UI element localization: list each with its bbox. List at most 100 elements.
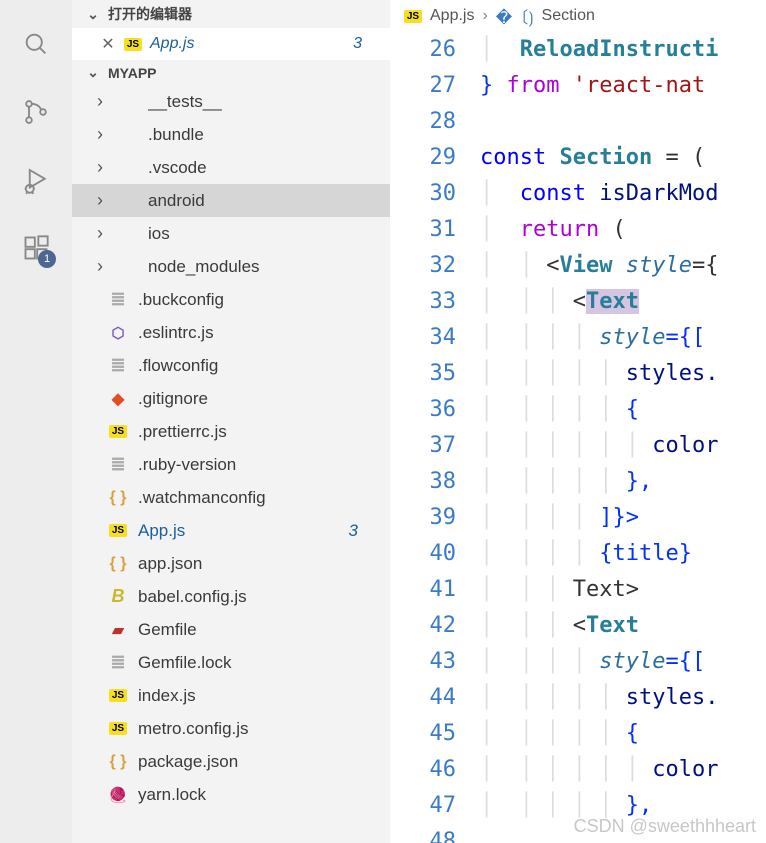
folder-item[interactable]: ›__tests__	[72, 85, 390, 118]
code-line[interactable]: │ │ │ │ │ {	[480, 716, 766, 752]
code-line[interactable]: │ │ │ │ │ {	[480, 392, 766, 428]
tree-item-label: App.js	[138, 521, 339, 541]
git-icon: ◆	[108, 389, 128, 409]
file-item[interactable]: 🧶 yarn.lock	[72, 778, 390, 811]
tree-item-label: .gitignore	[138, 389, 378, 409]
sidebar: ⌄ 打开的编辑器 ✕ JS App.js 3 ⌄ MYAPP ›__tests_…	[72, 0, 390, 843]
search-icon[interactable]	[20, 28, 52, 60]
line-number: 45	[390, 716, 456, 752]
generic-icon: ≣	[108, 454, 128, 475]
file-item[interactable]: ≣Gemfile.lock	[72, 646, 390, 679]
code-line[interactable]: │ │ │ │ style={[	[480, 320, 766, 356]
code-line[interactable]: │ │ │ │ {title}	[480, 536, 766, 572]
file-item[interactable]: ≣.buckconfig	[72, 283, 390, 316]
js-icon: JS	[404, 10, 422, 23]
file-item[interactable]: JSmetro.config.js	[72, 712, 390, 745]
chevron-down-icon: ⌄	[84, 6, 102, 23]
extensions-icon[interactable]: 1	[20, 232, 52, 264]
folder-item[interactable]: ›node_modules	[72, 250, 390, 283]
code-line[interactable]: } from 'react-nat	[480, 68, 766, 104]
tree-item-label: .watchmanconfig	[138, 488, 378, 508]
js-icon: JS	[108, 722, 128, 735]
line-number: 41	[390, 572, 456, 608]
json-icon: { }	[108, 489, 128, 507]
js-icon: JS	[108, 425, 128, 438]
code-line[interactable]: │ │ │ │ │ │ color	[480, 428, 766, 464]
breadcrumb[interactable]: JS App.js › �〔⟯ Section	[390, 0, 766, 32]
line-number: 31	[390, 212, 456, 248]
folder-root-header[interactable]: ⌄ MYAPP	[72, 60, 390, 85]
open-editors-header[interactable]: ⌄ 打开的编辑器	[72, 0, 390, 28]
line-number: 34	[390, 320, 456, 356]
chevron-right-icon: ›	[482, 7, 487, 25]
line-number: 28	[390, 104, 456, 140]
code-line[interactable]: const Section = (	[480, 140, 766, 176]
line-number: 37	[390, 428, 456, 464]
folder-item[interactable]: ›.vscode	[72, 151, 390, 184]
source-control-icon[interactable]	[20, 96, 52, 128]
file-item[interactable]: { }app.json	[72, 547, 390, 580]
tree-item-label: node_modules	[148, 257, 378, 277]
gutter: 2627282930313233343536373839404142434445…	[390, 32, 480, 843]
line-number: 26	[390, 32, 456, 68]
open-editor-item[interactable]: ✕ JS App.js 3	[72, 28, 390, 60]
open-editors-label: 打开的编辑器	[108, 4, 192, 24]
code-line[interactable]: │ ReloadInstructi	[480, 32, 766, 68]
tree-item-label: __tests__	[148, 92, 378, 112]
folder-item[interactable]: ›.bundle	[72, 118, 390, 151]
code-line[interactable]: │ │ │ <Text	[480, 284, 766, 320]
tree-item-label: .vscode	[148, 158, 378, 178]
chevron-right-icon: ›	[92, 223, 108, 244]
file-tree: ›__tests__›.bundle›.vscode›android›ios›n…	[72, 85, 390, 843]
code[interactable]: │ ReloadInstructi} from 'react-nat const …	[480, 32, 766, 843]
code-line[interactable]: │ │ │ │ │ styles.	[480, 680, 766, 716]
code-line[interactable]: │ │ │ │ │ },	[480, 464, 766, 500]
tree-item-label: Gemfile	[138, 620, 378, 640]
folder-item[interactable]: › ios	[72, 217, 390, 250]
line-number: 32	[390, 248, 456, 284]
generic-icon: ≣	[108, 355, 128, 376]
file-item[interactable]: { } .watchmanconfig	[72, 481, 390, 514]
code-line[interactable]: │ │ │ │ ]}>	[480, 500, 766, 536]
breadcrumb-symbol[interactable]: Section	[542, 7, 595, 25]
line-number: 35	[390, 356, 456, 392]
file-item[interactable]: JS.prettierrc.js	[72, 415, 390, 448]
tree-item-label: .flowconfig	[138, 356, 378, 376]
json-icon: { }	[108, 753, 128, 771]
file-item[interactable]: ▰Gemfile	[72, 613, 390, 646]
line-number: 46	[390, 752, 456, 788]
run-debug-icon[interactable]	[20, 164, 52, 196]
line-number: 43	[390, 644, 456, 680]
tree-item-label: .buckconfig	[138, 290, 378, 310]
file-item[interactable]: ◆ .gitignore	[72, 382, 390, 415]
file-item[interactable]: ≣ .ruby-version	[72, 448, 390, 481]
tree-item-label: .ruby-version	[138, 455, 378, 475]
scm-count: 3	[349, 521, 378, 541]
breadcrumb-file[interactable]: App.js	[430, 7, 474, 25]
code-line[interactable]: │ │ │ Text>	[480, 572, 766, 608]
close-icon[interactable]: ✕	[100, 34, 116, 54]
code-line[interactable]: │ const isDarkMod	[480, 176, 766, 212]
eslint-icon: ⬡	[108, 324, 128, 342]
file-item[interactable]: ≣ .flowconfig	[72, 349, 390, 382]
code-line[interactable]: │ │ │ │ │ │ color	[480, 752, 766, 788]
tree-item-label: ios	[148, 224, 378, 244]
line-number: 47	[390, 788, 456, 824]
file-item[interactable]: { }package.json	[72, 745, 390, 778]
code-line[interactable]	[480, 104, 766, 140]
file-item[interactable]: ⬡.eslintrc.js	[72, 316, 390, 349]
file-item[interactable]: JSindex.js	[72, 679, 390, 712]
chevron-right-icon: ›	[92, 190, 108, 211]
folder-item[interactable]: ›android	[72, 184, 390, 217]
code-line[interactable]: │ │ │ │ │ styles.	[480, 356, 766, 392]
code-line[interactable]: │ │ │ │ style={[	[480, 644, 766, 680]
code-line[interactable]: │ │ │ <Text	[480, 608, 766, 644]
code-line[interactable]: │ │ <View style={	[480, 248, 766, 284]
yarn-icon: 🧶	[108, 786, 128, 804]
code-line[interactable]: │ return (	[480, 212, 766, 248]
line-number: 39	[390, 500, 456, 536]
tree-item-label: yarn.lock	[138, 785, 378, 805]
code-area[interactable]: 2627282930313233343536373839404142434445…	[390, 32, 766, 843]
file-item[interactable]: JSApp.js3	[72, 514, 390, 547]
file-item[interactable]: Bbabel.config.js	[72, 580, 390, 613]
